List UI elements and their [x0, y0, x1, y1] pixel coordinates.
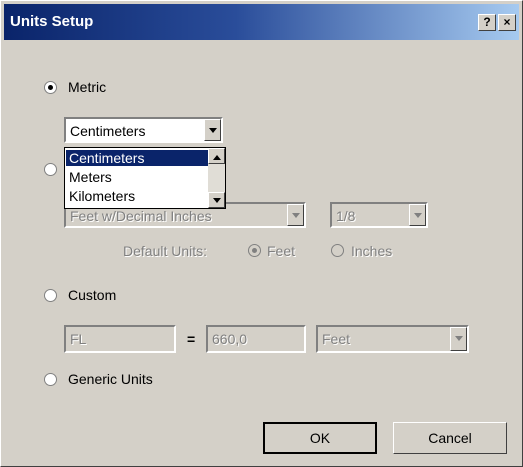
custom-radio[interactable]	[44, 289, 57, 302]
default-feet-label: Feet	[267, 243, 296, 259]
custom-name-field: FL	[64, 325, 176, 353]
help-button[interactable]: ?	[478, 14, 496, 31]
list-item-centimeters[interactable]: Centimeters	[66, 150, 209, 166]
custom-label: Custom	[68, 287, 117, 303]
chevron-down-icon	[455, 336, 463, 341]
chevron-up-icon	[213, 155, 221, 160]
generic-units-radio[interactable]	[44, 373, 57, 386]
default-feet-radio	[248, 244, 261, 257]
us-format-value: Feet w/Decimal Inches	[70, 208, 212, 224]
chevron-down-icon	[209, 128, 217, 133]
cancel-button[interactable]: Cancel	[393, 422, 507, 454]
list-item-kilometers[interactable]: Kilometers	[66, 188, 209, 204]
metric-unit-dropdown-button[interactable]	[204, 119, 221, 141]
ok-button[interactable]: OK	[263, 422, 377, 454]
custom-amount-value: 660,0	[212, 331, 248, 347]
fraction-dropdown: 1/8	[330, 202, 428, 228]
chevron-down-icon	[213, 198, 221, 203]
dialog-title: Units Setup	[10, 13, 94, 30]
chevron-down-icon	[414, 213, 422, 218]
list-scrollbar[interactable]	[208, 148, 225, 208]
title-bar: Units Setup ? ×	[4, 4, 519, 40]
list-item-meters[interactable]: Meters	[66, 169, 209, 185]
units-setup-dialog: Units Setup ? × Metric Centimeters Feet …	[0, 0, 523, 467]
scroll-down-button[interactable]	[208, 192, 225, 208]
metric-label: Metric	[68, 79, 107, 95]
custom-unit-dropdown: Feet	[316, 325, 469, 353]
fraction-dropdown-button	[409, 204, 426, 226]
custom-unit-dropdown-button	[450, 327, 467, 351]
default-units-label: Default Units:	[123, 243, 208, 259]
metric-radio[interactable]	[44, 81, 57, 94]
metric-unit-list[interactable]: Centimeters Meters Kilometers	[64, 147, 226, 209]
default-inches-label: Inches	[351, 243, 393, 259]
fraction-value: 1/8	[336, 208, 356, 224]
us-units-radio[interactable]	[44, 163, 57, 176]
custom-name-value: FL	[70, 331, 87, 347]
custom-unit-value: Feet	[322, 331, 351, 347]
scroll-up-button[interactable]	[208, 148, 225, 164]
default-inches-radio	[331, 244, 344, 257]
us-format-dropdown-button	[287, 204, 304, 226]
close-button[interactable]: ×	[498, 14, 516, 31]
metric-unit-dropdown[interactable]: Centimeters	[64, 117, 223, 143]
generic-units-label: Generic Units	[68, 371, 153, 387]
equals-sign: =	[187, 331, 196, 347]
metric-unit-value: Centimeters	[70, 123, 146, 139]
chevron-down-icon	[292, 213, 300, 218]
custom-amount-field: 660,0	[206, 325, 306, 353]
